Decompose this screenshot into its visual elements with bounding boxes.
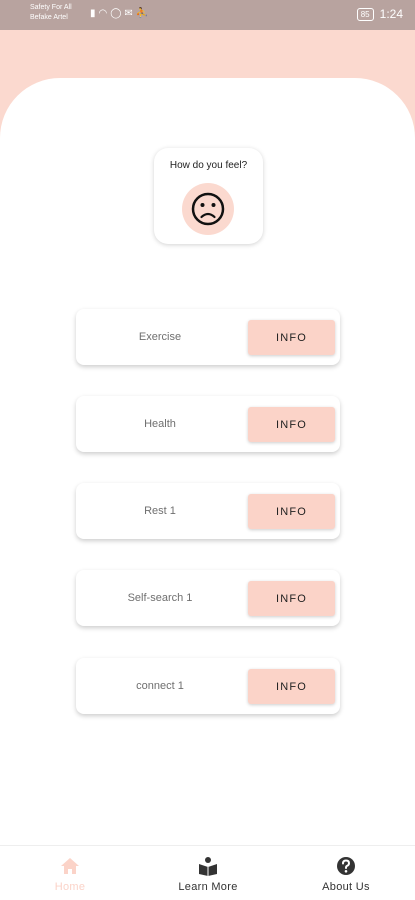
signal-icon: ▮ (90, 8, 99, 19)
item-card-health: Health INFO (76, 396, 340, 452)
nav-about-us-label: About Us (322, 881, 370, 893)
nav-learn-more-label: Learn More (178, 881, 238, 893)
item-card-exercise: Exercise INFO (76, 309, 340, 365)
nav-learn-more[interactable]: Learn More (148, 846, 268, 900)
bottom-nav: Home Learn More About Us (0, 845, 415, 900)
item-label: connect 1 (136, 680, 184, 692)
mood-card[interactable]: How do you feel? (154, 148, 263, 244)
runner-icon: ⛹ (135, 8, 152, 19)
sad-face-icon (191, 192, 225, 226)
home-icon (61, 858, 79, 874)
nav-home[interactable]: Home (10, 846, 130, 900)
item-label: Exercise (138, 331, 182, 343)
status-bar: Safety For All Befake Artel ▮◠◯✉⛹ 85 1:2… (0, 0, 415, 30)
notification-icons: ▮◠◯✉⛹ (90, 8, 151, 19)
nav-about-us[interactable]: About Us (286, 846, 406, 900)
item-card-self-search: Self-search 1 INFO (76, 570, 340, 626)
info-button-exercise[interactable]: INFO (248, 320, 335, 355)
carrier-label: Safety For All Befake Artel (30, 3, 72, 23)
wifi-icon: ◠ (98, 8, 111, 19)
info-button-connect[interactable]: INFO (248, 669, 335, 704)
carrier-line-2: Befake Artel (30, 14, 68, 21)
item-card-rest: Rest 1 INFO (76, 483, 340, 539)
item-card-connect: connect 1 INFO (76, 658, 340, 714)
mood-question: How do you feel? (169, 160, 248, 171)
carrier-line-1: Safety For All (30, 4, 72, 11)
info-button-health[interactable]: INFO (248, 407, 335, 442)
item-label: Rest 1 (144, 505, 176, 517)
item-label: Health (144, 418, 176, 430)
info-button-self-search[interactable]: INFO (248, 581, 335, 616)
whatsapp-icon: ◯ (110, 8, 125, 19)
clock: 1:24 (379, 7, 403, 21)
book-reader-icon (199, 857, 217, 876)
info-button-rest[interactable]: INFO (248, 494, 335, 529)
question-circle-icon (337, 857, 355, 875)
nav-home-label: Home (54, 881, 86, 893)
battery-icon: 85 (356, 7, 374, 21)
mood-circle[interactable] (182, 183, 234, 235)
mail-icon: ✉ (124, 8, 136, 19)
item-label: Self-search 1 (127, 592, 193, 604)
status-right: 85 1:24 (356, 7, 403, 21)
